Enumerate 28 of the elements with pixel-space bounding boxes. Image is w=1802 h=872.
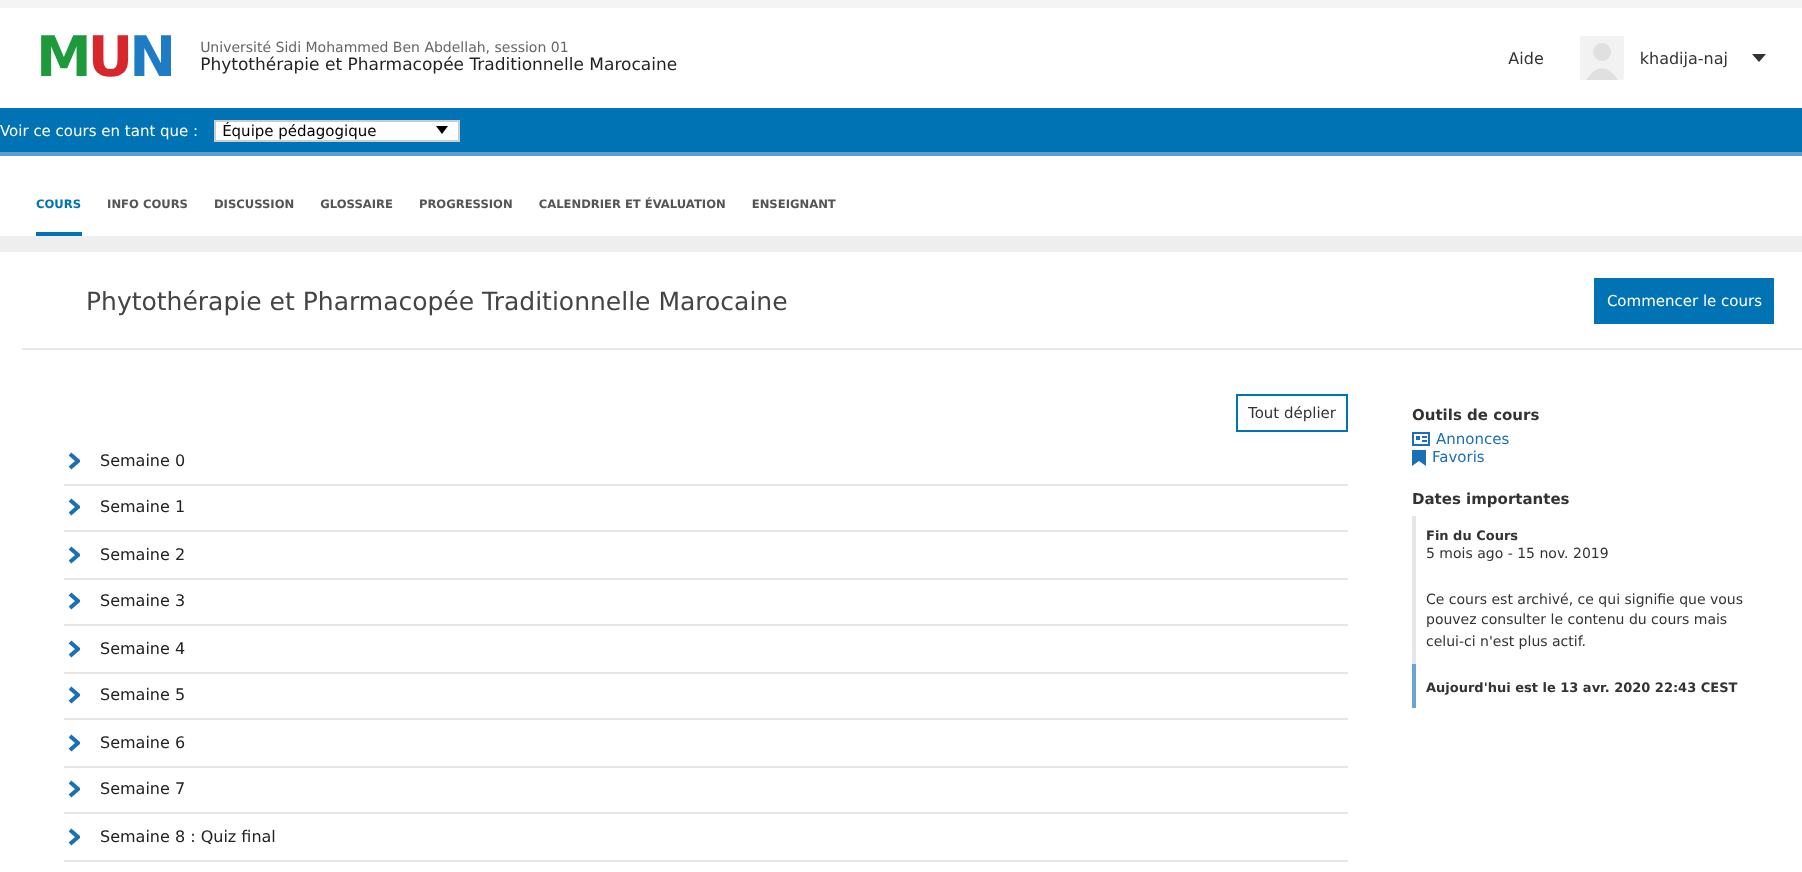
section-title[interactable]: Semaine 0 xyxy=(100,451,186,470)
section-title[interactable]: Semaine 7 xyxy=(100,780,186,799)
caret-icon xyxy=(436,126,449,134)
section-title[interactable]: Semaine 8 : Quiz final xyxy=(100,827,276,846)
help-link[interactable]: Aide xyxy=(1508,49,1544,67)
section-title[interactable]: Semaine 4 xyxy=(100,639,186,658)
section-title[interactable]: Semaine 1 xyxy=(100,498,186,517)
newspaper-icon xyxy=(1412,432,1430,446)
chevron-icon[interactable] xyxy=(68,451,80,470)
section-title[interactable]: Semaine 2 xyxy=(100,545,186,564)
chevron-icon[interactable] xyxy=(68,592,80,611)
chevron-icon[interactable] xyxy=(68,639,80,658)
avatar-icon xyxy=(1579,36,1624,80)
chevron-icon[interactable] xyxy=(68,545,80,564)
chevron-icon[interactable] xyxy=(68,686,80,705)
chevron-icon[interactable] xyxy=(68,827,80,846)
chevron-icon[interactable] xyxy=(68,498,80,517)
caret-icon[interactable] xyxy=(1752,54,1766,62)
chevron-icon[interactable] xyxy=(68,780,80,799)
bookmark-icon xyxy=(1412,449,1426,465)
chevron-icon[interactable] xyxy=(68,733,80,752)
course-title: Phytothérapie et Pharmacopée Traditionnelle Marocaine xyxy=(86,285,788,315)
logo: MUN xyxy=(36,30,173,86)
section-title[interactable]: Semaine 3 xyxy=(100,592,186,611)
section-title[interactable]: Semaine 5 xyxy=(100,686,186,705)
course-name: Phytothérapie et Pharmacopée Traditionnelle Marocaine xyxy=(200,56,680,76)
user-menu[interactable]: khadija-naj xyxy=(1639,49,1728,67)
section-title[interactable]: Semaine 6 xyxy=(100,733,186,752)
